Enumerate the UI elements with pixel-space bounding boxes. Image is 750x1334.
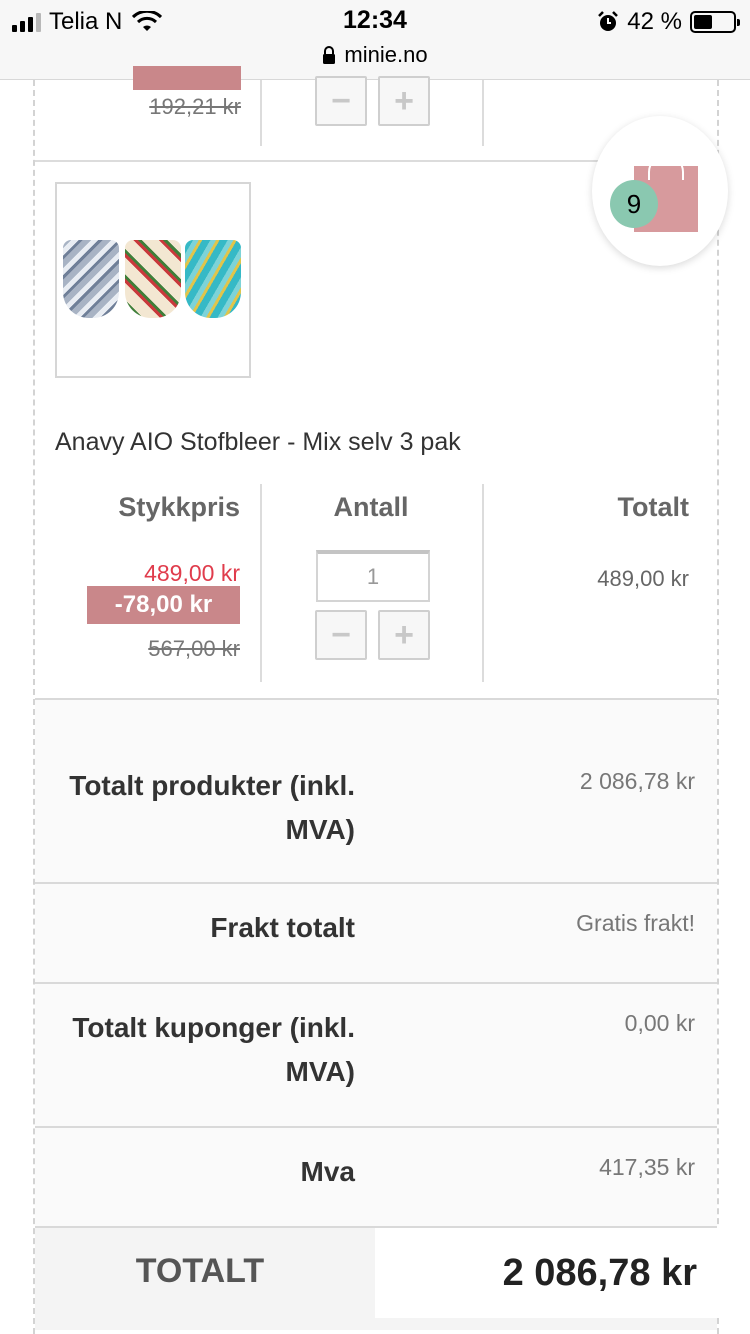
status-right: 42 % [597,8,740,36]
product-name[interactable]: Anavy AIO Stofbleer - Mix selv 3 pak [55,428,461,457]
grand-total-label: TOTALT [135,1252,265,1290]
old-price: 192,21 kr [149,94,241,119]
diaper-image-2 [125,240,181,318]
shipping-value: Gratis frakt! [576,910,695,936]
product-image[interactable] [55,182,251,378]
alarm-icon [598,11,619,31]
products-total-value: 2 086,78 kr [579,768,695,794]
shipping-row: Frakt totalt Gratis frakt! [35,882,717,982]
unit-price: 489,00 kr [144,560,240,586]
battery-icon [690,11,740,33]
shipping-label: Frakt totalt [210,912,355,943]
grand-total-value: 2 086,78 kr [502,1252,697,1294]
coupons-label-line-1: Totalt kuponger (inkl. [72,1012,355,1043]
diaper-image-3 [185,240,241,318]
old-price: 567,00 kr [148,636,240,661]
column-divider [482,80,484,146]
battery-percent: 42 % [627,8,682,35]
column-divider [260,484,262,682]
coupons-label-line-2: MVA) [285,1056,355,1087]
grand-total-row: TOTALT 2 086,78 kr [35,1226,719,1330]
coupons-value: 0,00 kr [624,1010,695,1036]
decrease-quantity-button[interactable]: − [315,610,367,660]
order-summary: Totalt produkter (inkl. MVA) 2 086,78 kr… [35,698,719,1330]
lock-icon [323,46,336,64]
increase-quantity-button[interactable]: + [378,610,430,660]
discount-badge [133,66,241,90]
url-text: minie.no [344,42,428,67]
quantity-header: Antall [333,492,409,522]
column-divider [482,484,484,682]
cart-count-badge: 9 [610,180,658,228]
products-total-label: Totalt produkter (inkl. MVA) [55,764,355,852]
discount-badge: -78,00 kr [87,586,240,624]
total-header: Totalt [617,492,689,522]
products-total-row: Totalt produkter (inkl. MVA) 2 086,78 kr [35,698,717,882]
grand-total-box: 2 086,78 kr [375,1228,719,1318]
products-total-label-line-1: Totalt produkter (inkl. [69,770,355,801]
line-total: 489,00 kr [597,566,689,591]
cart-button[interactable]: 9 [592,116,728,266]
coupons-label: Totalt kuponger (inkl. MVA) [55,1006,355,1094]
diaper-image-1 [63,240,119,318]
vat-row: Mva 417,35 kr [35,1126,717,1226]
coupons-row: Totalt kuponger (inkl. MVA) 0,00 kr [35,982,717,1126]
decrease-quantity-button[interactable]: − [315,76,367,126]
column-divider [260,80,262,146]
vat-value: 417,35 kr [599,1154,695,1180]
vat-label: Mva [300,1156,355,1187]
quantity-input[interactable]: 1 [316,550,430,602]
address-bar[interactable]: minie.no [0,42,750,68]
unit-price-header: Stykkpris [118,492,240,522]
status-bar: Telia N 12:34 minie.no 42 % [0,0,750,80]
cart-container: 192,21 kr − + Anavy AIO Stofbleer - Mix … [33,66,719,1334]
increase-quantity-button[interactable]: + [378,76,430,126]
products-total-label-line-2: MVA) [285,814,355,845]
